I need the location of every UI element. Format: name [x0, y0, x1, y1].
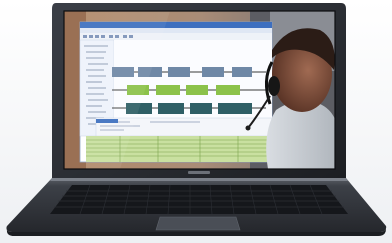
diagram-box [168, 67, 190, 77]
diagram-box [158, 103, 184, 114]
laptop-screen [64, 11, 335, 169]
diagram-box [190, 103, 212, 114]
diagram-box [202, 67, 224, 77]
keyboard [50, 184, 348, 215]
diagram-box [218, 103, 252, 114]
diagram-box [186, 85, 208, 95]
hinge [50, 178, 348, 181]
diagram-box [216, 85, 240, 95]
diagram-box [232, 67, 252, 77]
touchpad [155, 216, 241, 231]
diagram-box [156, 85, 180, 95]
photo-scene [0, 0, 392, 243]
brand-logo [188, 171, 210, 174]
